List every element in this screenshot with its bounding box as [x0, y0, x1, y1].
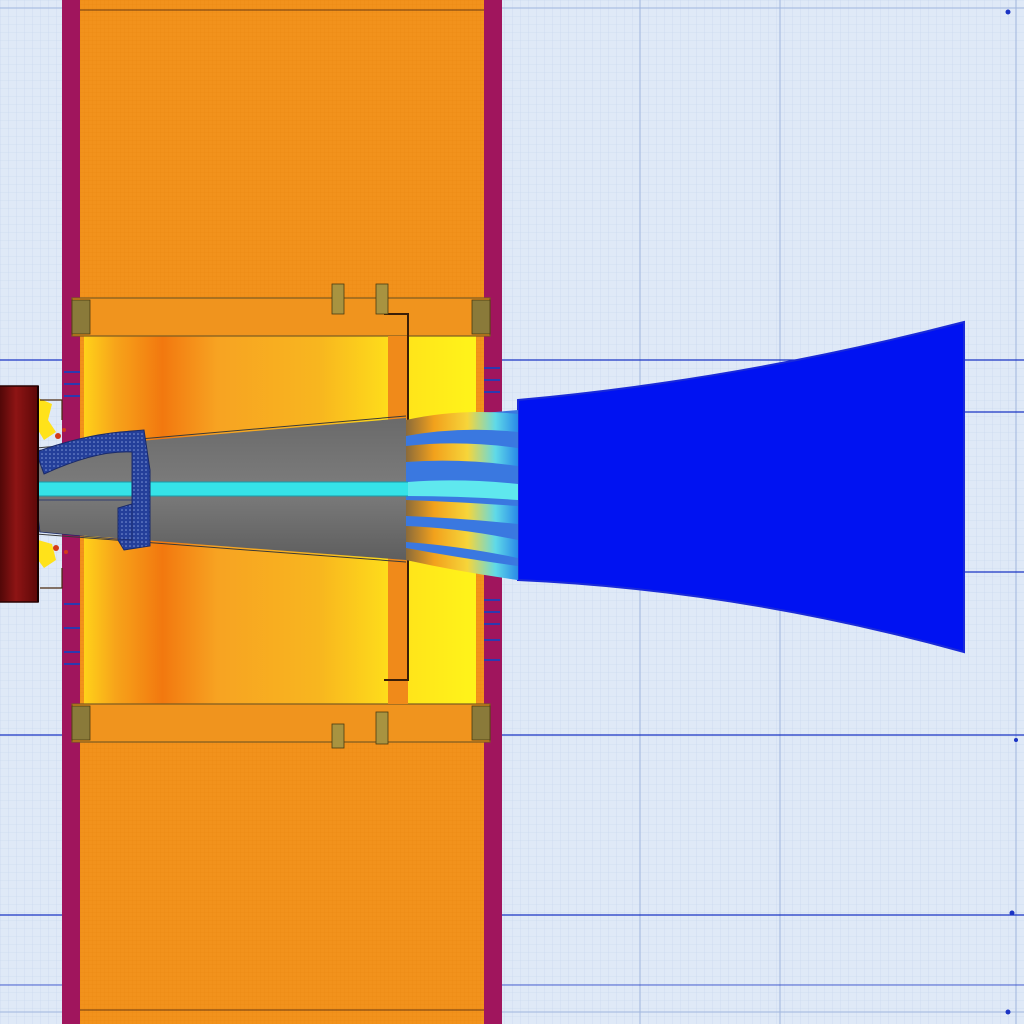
diagram-canvas	[0, 0, 1024, 1024]
cross-section-diagram	[0, 0, 1024, 1024]
inlet-hub	[0, 385, 39, 603]
